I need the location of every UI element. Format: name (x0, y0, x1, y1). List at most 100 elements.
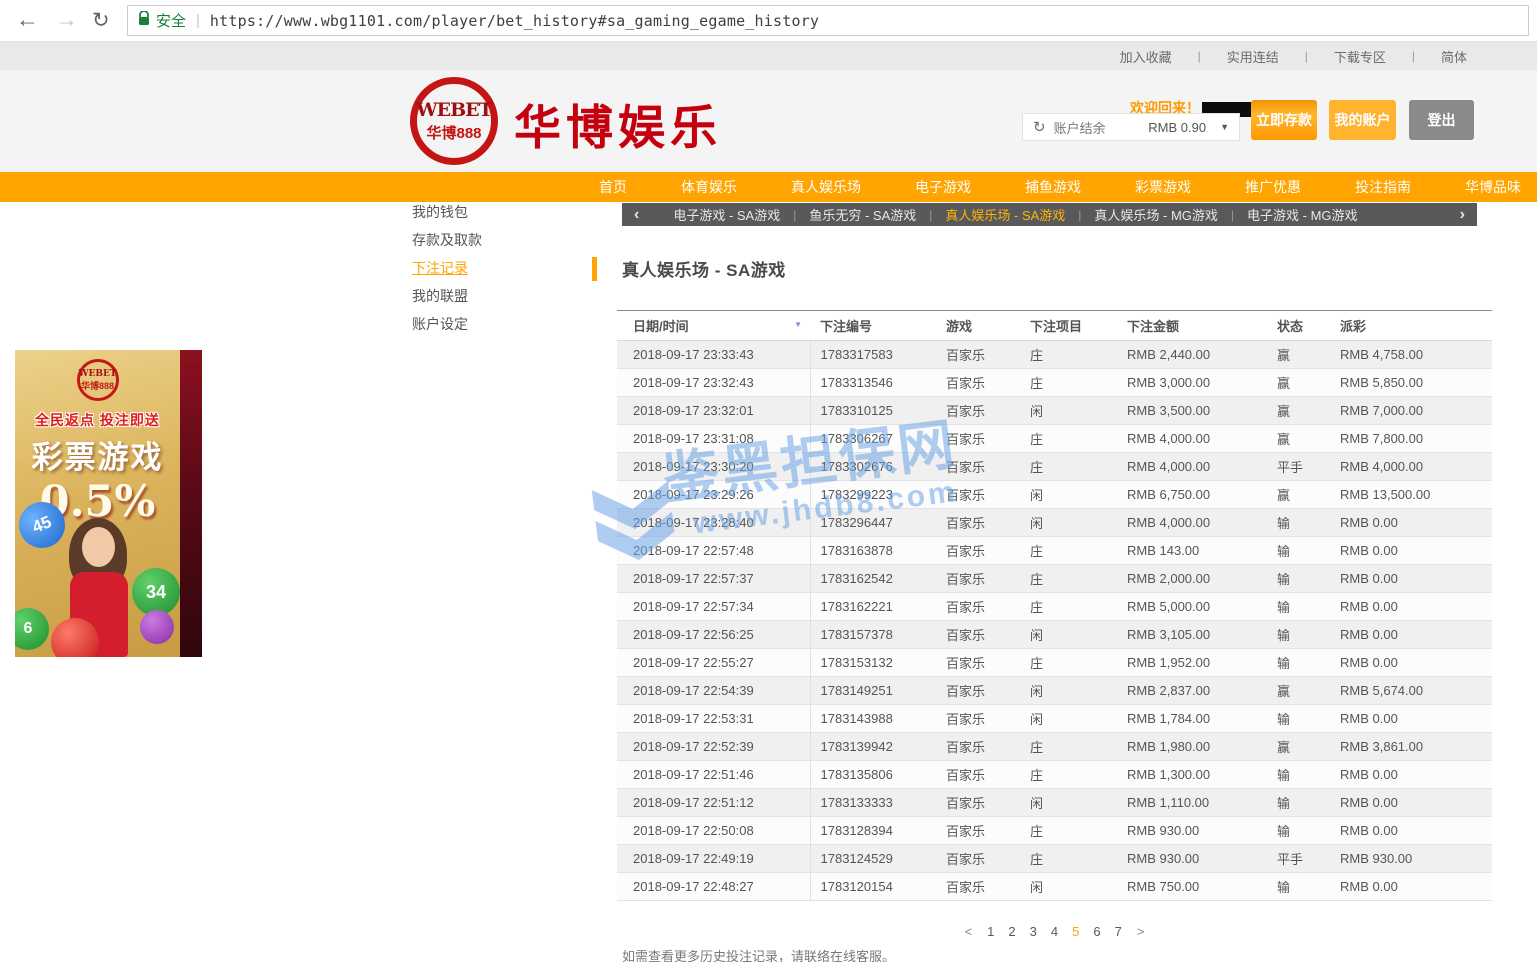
nav-item-5[interactable]: 彩票游戏 (1108, 177, 1218, 197)
utility-link-1[interactable]: 实用连结 (1219, 47, 1287, 66)
cell-game: 百家乐 (936, 481, 1020, 509)
cell-date: 2018-09-17 22:50:08 (617, 817, 810, 845)
lottery-ball: 6 (15, 608, 49, 650)
sidebar-item-1[interactable]: 存款及取款 (395, 226, 597, 254)
cell-bet-item: 闲 (1020, 677, 1117, 705)
column-label: 游戏 (946, 319, 972, 334)
cell-status: 赢 (1267, 341, 1330, 369)
utility-link-2[interactable]: 下载专区 (1326, 47, 1394, 66)
page-next[interactable]: > (1137, 924, 1145, 939)
cell-amount: RMB 3,000.00 (1117, 369, 1267, 397)
column-label: 下注编号 (820, 319, 872, 334)
cell-amount: RMB 2,837.00 (1117, 677, 1267, 705)
column-header-1[interactable]: 下注编号 (810, 311, 936, 341)
refresh-balance-icon[interactable]: ↻ (1033, 118, 1046, 136)
nav-item-0[interactable]: 首页 (572, 177, 654, 197)
browser-back-icon[interactable]: ← (16, 6, 39, 33)
cell-amount: RMB 4,000.00 (1117, 453, 1267, 481)
page-6[interactable]: 6 (1093, 924, 1100, 939)
pagination: <1234567 > (617, 924, 1492, 939)
cell-bet-id: 1783162542 (810, 565, 936, 593)
cell-payout: RMB 0.00 (1330, 537, 1492, 565)
cell-amount: RMB 6,750.00 (1117, 481, 1267, 509)
utility-link-3[interactable]: 简体 (1433, 47, 1475, 66)
bet-history-table: 日期/时间▼ 下注编号 游戏 下注项目下注金额状态派彩 2018-09-17 23:3… (617, 310, 1492, 901)
utility-link-0[interactable]: 加入收藏 (1112, 47, 1180, 66)
promo-banner[interactable]: WEBET 华博888 全民返点 投注即送 彩票游戏 0.5% 45 34 6 (15, 350, 202, 657)
nav-item-6[interactable]: 推广优惠 (1218, 177, 1328, 197)
page-2[interactable]: 2 (1008, 924, 1015, 939)
cell-status: 输 (1267, 537, 1330, 565)
cell-game: 百家乐 (936, 733, 1020, 761)
sidebar-item-2[interactable]: 下注记录 (395, 254, 597, 282)
cell-amount: RMB 1,980.00 (1117, 733, 1267, 761)
column-header-0[interactable]: 日期/时间▼ (617, 311, 810, 341)
cell-payout: RMB 4,000.00 (1330, 453, 1492, 481)
cell-date: 2018-09-17 22:57:34 (617, 593, 810, 621)
site-logo[interactable]: WEBET 华博888 华博娱乐 (410, 77, 722, 165)
sidebar-item-0[interactable]: 我的钱包 (395, 198, 597, 226)
logo-site-name: 华博娱乐 (514, 89, 722, 158)
page-4[interactable]: 4 (1051, 924, 1058, 939)
page-1[interactable]: 1 (987, 924, 994, 939)
browser-forward-icon[interactable]: → (55, 6, 78, 33)
page-prev[interactable]: < (965, 924, 973, 939)
tab-0[interactable]: 电子游戏 - SA游戏 (673, 205, 780, 224)
secure-lock-icon (138, 11, 150, 31)
table-row: 2018-09-17 22:54:391783149251百家乐闲RMB 2,8… (617, 677, 1492, 705)
tabs-scroll-left-icon[interactable]: ‹ (622, 203, 651, 226)
column-header-3[interactable]: 下注项目 (1020, 311, 1117, 341)
address-bar[interactable]: 安全 | https://www.wbg1101.com/player/bet_… (127, 5, 1529, 36)
sidebar-item-4[interactable]: 账户设定 (395, 310, 597, 338)
page-5[interactable]: 5 (1072, 924, 1079, 939)
column-header-2[interactable]: 游戏 (936, 311, 1020, 341)
nav-item-7[interactable]: 投注指南 (1328, 177, 1438, 197)
logout-button[interactable]: 登出 (1409, 100, 1474, 140)
sidebar-item-3[interactable]: 我的联盟 (395, 282, 597, 310)
cell-bet-item: 庄 (1020, 369, 1117, 397)
tab-4[interactable]: 电子游戏 - MG游戏 (1247, 205, 1358, 224)
balance-label: 账户结余 (1054, 118, 1106, 137)
cell-date: 2018-09-17 23:28:40 (617, 509, 810, 537)
deposit-button[interactable]: 立即存款 (1251, 100, 1317, 140)
browser-reload-icon[interactable]: ↻ (92, 8, 110, 33)
table-row: 2018-09-17 22:51:461783135806百家乐庄RMB 1,3… (617, 761, 1492, 789)
tab-3[interactable]: 真人娱乐场 - MG游戏 (1094, 205, 1218, 224)
page-7[interactable]: 7 (1115, 924, 1122, 939)
balance-selector[interactable]: ↻ 账户结余 RMB 0.90 ▼ (1022, 113, 1240, 141)
nav-item-2[interactable]: 真人娱乐场 (764, 177, 888, 197)
cell-amount: RMB 1,110.00 (1117, 789, 1267, 817)
cell-payout: RMB 0.00 (1330, 593, 1492, 621)
cell-bet-item: 闲 (1020, 481, 1117, 509)
cell-date: 2018-09-17 22:57:37 (617, 565, 810, 593)
nav-item-3[interactable]: 电子游戏 (888, 177, 998, 197)
my-account-button[interactable]: 我的账户 (1329, 100, 1396, 140)
tab-1[interactable]: 鱼乐无穷 - SA游戏 (809, 205, 916, 224)
table-row: 2018-09-17 22:55:271783153132百家乐庄RMB 1,9… (617, 649, 1492, 677)
cell-game: 百家乐 (936, 621, 1020, 649)
nav-item-8[interactable]: 华博品味 (1438, 177, 1537, 197)
table-row: 2018-09-17 23:32:011783310125百家乐闲RMB 3,5… (617, 397, 1492, 425)
nav-item-4[interactable]: 捕鱼游戏 (998, 177, 1108, 197)
logo-sub-text: 华博888 (426, 122, 481, 143)
cell-status: 赢 (1267, 481, 1330, 509)
cell-payout: RMB 0.00 (1330, 705, 1492, 733)
cell-game: 百家乐 (936, 705, 1020, 733)
table-row: 2018-09-17 22:57:341783162221百家乐庄RMB 5,0… (617, 593, 1492, 621)
tab-2[interactable]: 真人娱乐场 - SA游戏 (945, 205, 1065, 224)
column-header-5[interactable]: 状态 (1267, 311, 1330, 341)
url-text[interactable]: https://www.wbg1101.com/player/bet_histo… (210, 12, 819, 30)
cell-bet-id: 1783302676 (810, 453, 936, 481)
tabs-scroll-right-icon[interactable]: › (1448, 203, 1477, 226)
column-header-4[interactable]: 下注金额 (1117, 311, 1267, 341)
cell-amount: RMB 3,105.00 (1117, 621, 1267, 649)
cell-payout: RMB 5,674.00 (1330, 677, 1492, 705)
cell-bet-id: 1783133333 (810, 789, 936, 817)
page-3[interactable]: 3 (1030, 924, 1037, 939)
cell-bet-id: 1783313546 (810, 369, 936, 397)
chevron-down-icon[interactable]: ▼ (1220, 122, 1229, 132)
sort-desc-icon[interactable]: ▼ (794, 320, 802, 329)
table-row: 2018-09-17 22:56:251783157378百家乐闲RMB 3,1… (617, 621, 1492, 649)
column-header-6[interactable]: 派彩 (1330, 311, 1492, 341)
nav-item-1[interactable]: 体育娱乐 (654, 177, 764, 197)
